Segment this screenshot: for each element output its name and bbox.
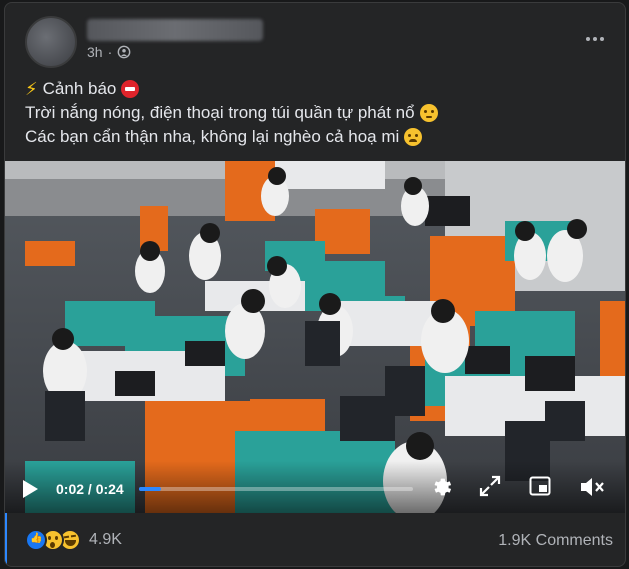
comments-count-link[interactable]: 1.9K Comments: [498, 532, 613, 550]
caption-line-3: Các bạn cẩn thận nha, không lại nghèo cả…: [25, 125, 438, 149]
play-icon[interactable]: [21, 479, 39, 499]
no-entry-icon: [121, 80, 140, 98]
caption-line-3-text: Các bạn cẩn thận nha, không lại nghèo cả…: [25, 127, 400, 146]
caption-line-1-text: Cảnh báo: [42, 79, 117, 98]
author-name-blurred[interactable]: [87, 19, 263, 41]
dot-separator: ·: [107, 44, 113, 60]
reactions-summary[interactable]: 4.9K: [25, 529, 122, 551]
like-icon: [25, 529, 47, 551]
more-options-button[interactable]: [579, 27, 611, 51]
post-timestamp[interactable]: 3h: [87, 44, 103, 60]
reaction-count: 4.9K: [89, 531, 122, 548]
video-progress-bar[interactable]: [139, 487, 413, 491]
caption-line-2: Trời nắng nóng, điện thoại trong túi quầ…: [25, 101, 438, 125]
video-time: 0:02 / 0:24: [56, 481, 124, 497]
focus-indicator: [5, 513, 7, 566]
mute-icon[interactable]: [579, 475, 605, 499]
caption-line-2-text: Trời nắng nóng, điện thoại trong túi quầ…: [25, 103, 415, 122]
lightning-icon: ⚡: [25, 79, 38, 99]
post-card: 3h · ⚡ Cảnh báo Trời nắng nóng, điện tho…: [4, 2, 626, 567]
picture-in-picture-icon[interactable]: [529, 475, 551, 497]
video-controls: 0:02 / 0:24: [5, 461, 625, 513]
caption-line-1: ⚡ Cảnh báo: [25, 77, 438, 101]
post-caption: ⚡ Cảnh báo Trời nắng nóng, điện thoại tr…: [25, 77, 438, 149]
more-dots-icon: [586, 37, 590, 41]
friends-icon[interactable]: [117, 45, 131, 59]
post-footer: 4.9K 1.9K Comments: [5, 513, 625, 566]
gear-icon[interactable]: [429, 475, 453, 499]
tired-face-icon: [404, 128, 423, 146]
expand-icon[interactable]: [479, 475, 501, 497]
video-player[interactable]: 0:02 / 0:24: [5, 161, 625, 513]
post-meta: 3h ·: [87, 44, 131, 60]
video-progress-fill: [139, 487, 161, 491]
disappointed-face-icon: [419, 104, 438, 122]
author-avatar[interactable]: [25, 16, 77, 68]
